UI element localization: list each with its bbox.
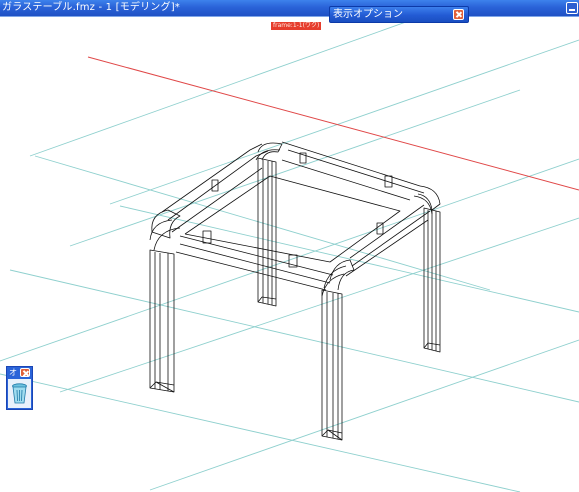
close-icon[interactable] xyxy=(20,368,30,377)
window-title: ガラステーブル.fmz - 1 [モデリング]* xyxy=(2,2,180,13)
trash-bin-icon[interactable] xyxy=(11,383,28,405)
mini-panel-title: オ xyxy=(9,368,17,377)
close-icon[interactable] xyxy=(453,9,464,20)
mini-tool-panel[interactable]: オ xyxy=(6,366,33,410)
modeling-viewport[interactable] xyxy=(0,17,579,492)
x-axis-line xyxy=(87,56,579,191)
display-options-title: 表示オプション xyxy=(333,9,403,20)
minimize-icon[interactable] xyxy=(566,2,578,14)
mini-panel-body xyxy=(8,379,31,408)
table-model xyxy=(149,141,441,441)
frame-label: frame:1-1(ワク) xyxy=(271,22,322,30)
window-titlebar[interactable]: ガラステーブル.fmz - 1 [モデリング]* xyxy=(0,0,579,16)
display-options-panel[interactable]: 表示オプション xyxy=(329,6,469,23)
